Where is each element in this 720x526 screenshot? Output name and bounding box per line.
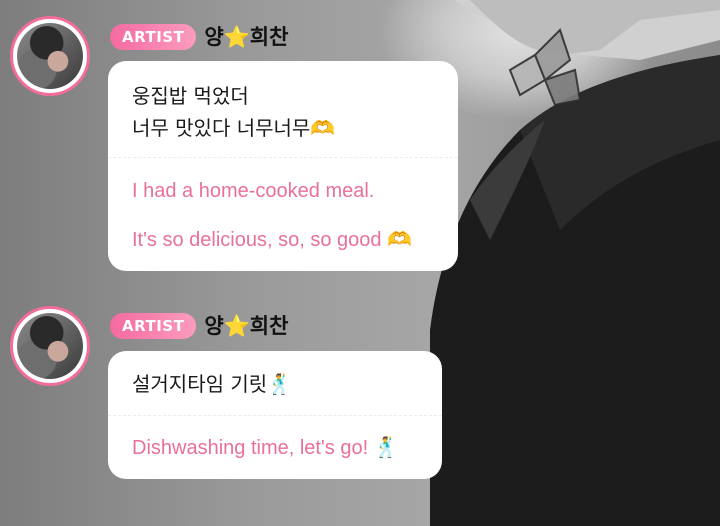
message-bubble[interactable]: 설거지타임 기릿🕺 Dishwashing time, let's go! 🕺 <box>108 351 442 479</box>
artist-avatar[interactable] <box>10 16 90 96</box>
author-name[interactable]: 양⭐희찬 <box>204 311 288 341</box>
translation-text-line: I had a home-cooked meal. <box>132 180 375 202</box>
original-text-line: 설거지타임 기릿🕺 <box>132 372 293 396</box>
author-row: ARTIST 양⭐희찬 <box>110 22 288 52</box>
translation-text-line: Dishwashing time, let's go! 🕺 <box>132 437 399 459</box>
chat-message: ARTIST 양⭐희찬 설거지타임 기릿🕺 Dishwashing time, … <box>0 304 720 484</box>
original-text-line: 너무 맛있다 너무너무🫶 <box>132 116 336 140</box>
artist-badge: ARTIST <box>110 313 197 339</box>
artist-avatar[interactable] <box>10 306 90 386</box>
avatar-photo <box>17 313 83 379</box>
translation-divider <box>108 415 442 416</box>
chat-message: ARTIST 양⭐희찬 웅집밥 먹었더 너무 맛있다 너무너무🫶 I had a… <box>0 14 720 274</box>
author-row: ARTIST 양⭐희찬 <box>110 311 288 341</box>
message-bubble[interactable]: 웅집밥 먹었더 너무 맛있다 너무너무🫶 I had a home-cooked… <box>108 61 458 271</box>
artist-badge: ARTIST <box>110 24 197 50</box>
original-text-line: 웅집밥 먹었더 <box>132 84 249 108</box>
avatar-photo <box>17 23 83 89</box>
translation-divider <box>108 157 458 158</box>
author-name[interactable]: 양⭐희찬 <box>204 22 288 52</box>
translation-text-line: It's so delicious, so, so good 🫶 <box>132 229 412 251</box>
